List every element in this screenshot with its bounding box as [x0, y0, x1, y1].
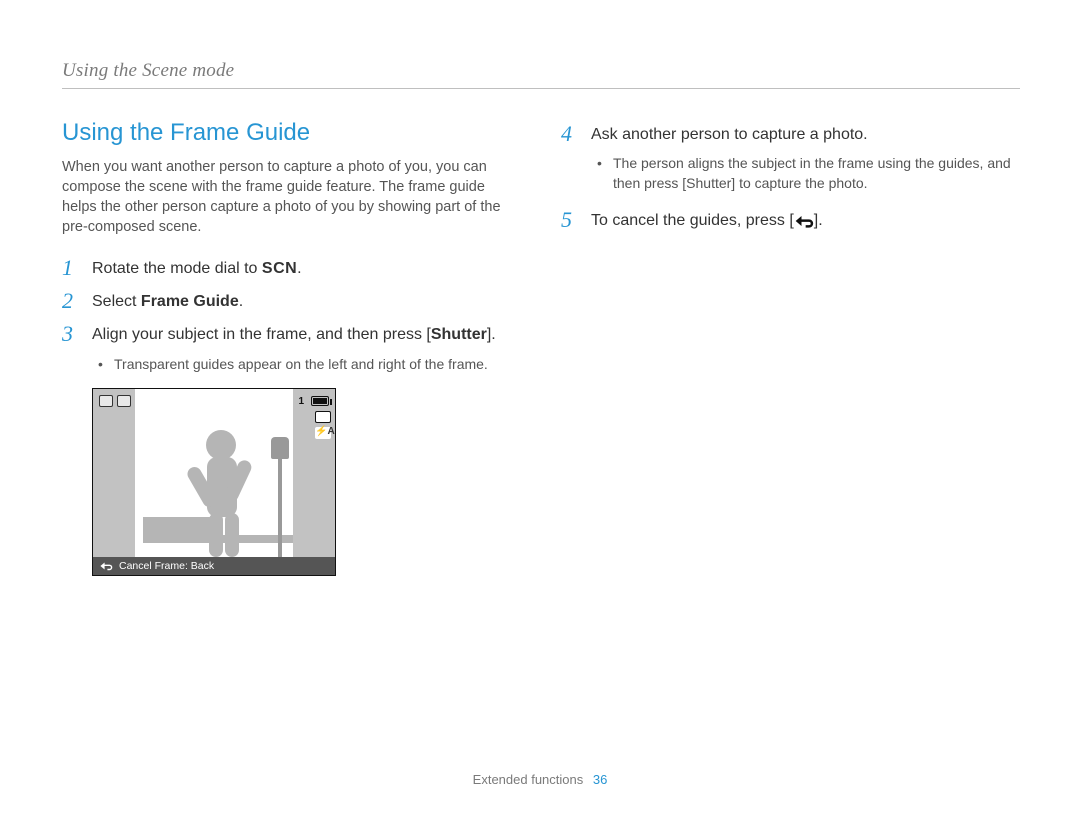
step-1-suffix: .	[297, 260, 301, 277]
step-4-subnote: • The person aligns the subject in the f…	[561, 154, 1020, 193]
storage-icon	[315, 411, 331, 423]
step-3-sub-text: Transparent guides appear on the left an…	[114, 355, 488, 375]
flash-a: A	[327, 426, 334, 437]
top-right-group: 1	[298, 396, 329, 407]
step-2-prefix: Select	[92, 293, 141, 310]
step-number: 3	[62, 321, 80, 345]
bullet-dot: •	[597, 154, 605, 193]
screen-top-bar: 1	[99, 393, 329, 409]
back-arrow-icon	[99, 561, 113, 571]
step-5: 5 To cancel the guides, press [ ].	[561, 207, 1020, 232]
step-1-prefix: Rotate the mode dial to	[92, 260, 262, 277]
content-columns: Using the Frame Guide When you want anot…	[62, 117, 1020, 576]
step-4-sub-text: The person aligns the subject in the fra…	[613, 154, 1020, 193]
step-text: Select Frame Guide.	[92, 288, 243, 313]
scn-label: SCN	[262, 260, 297, 277]
step-number: 4	[561, 121, 579, 145]
size-icon	[117, 395, 131, 407]
step-1: 1 Rotate the mode dial to SCN.	[62, 255, 521, 280]
right-column: 4 Ask another person to capture a photo.…	[561, 117, 1020, 576]
back-arrow-icon	[794, 212, 814, 226]
screen-side-icons: ⚡A	[315, 411, 331, 439]
footer-section: Extended functions	[473, 772, 584, 787]
breadcrumb: Using the Scene mode	[62, 60, 1020, 89]
step-3-suffix: ].	[487, 326, 496, 343]
intro-paragraph: When you want another person to capture …	[62, 157, 521, 237]
section-title: Using the Frame Guide	[62, 119, 521, 147]
top-left-icons	[99, 395, 131, 407]
mode-icon	[99, 395, 113, 407]
s4-sub-suffix: ] to capture the photo.	[731, 175, 867, 191]
step-text: Rotate the mode dial to SCN.	[92, 255, 302, 280]
camera-screen-illustration: 1 ⚡A	[92, 388, 336, 576]
page-number: 36	[593, 772, 607, 787]
step-3: 3 Align your subject in the frame, and t…	[62, 321, 521, 346]
step-4: 4 Ask another person to capture a photo.	[561, 121, 1020, 146]
shutter-label: Shutter	[431, 326, 487, 343]
step-text: Align your subject in the frame, and the…	[92, 321, 496, 346]
step-2-suffix: .	[239, 293, 243, 310]
step-number: 2	[62, 288, 80, 312]
left-column: Using the Frame Guide When you want anot…	[62, 117, 521, 576]
screen-caption-text: Cancel Frame: Back	[119, 560, 214, 572]
page-footer: Extended functions 36	[0, 772, 1080, 787]
battery-icon	[311, 396, 329, 406]
step-text: To cancel the guides, press [ ].	[591, 207, 823, 232]
step-5-prefix: To cancel the guides, press [	[591, 212, 794, 229]
step-number: 5	[561, 207, 579, 231]
step-text: Ask another person to capture a photo.	[591, 121, 868, 146]
shot-counter: 1	[298, 396, 304, 407]
screen-caption-bar: Cancel Frame: Back	[93, 557, 335, 575]
shutter-label: Shutter	[686, 175, 731, 191]
frame-guide-left	[93, 389, 135, 557]
step-5-suffix: ].	[814, 212, 823, 229]
step-3-prefix: Align your subject in the frame, and the…	[92, 326, 431, 343]
flash-auto-icon: ⚡A	[315, 427, 331, 439]
step-number: 1	[62, 255, 80, 279]
step-2: 2 Select Frame Guide.	[62, 288, 521, 313]
lamp-post-silhouette	[271, 437, 289, 557]
manual-page: Using the Scene mode Using the Frame Gui…	[0, 0, 1080, 815]
bullet-dot: •	[98, 355, 106, 375]
frame-guide-label: Frame Guide	[141, 293, 239, 310]
step-3-subnote: • Transparent guides appear on the left …	[62, 355, 521, 375]
